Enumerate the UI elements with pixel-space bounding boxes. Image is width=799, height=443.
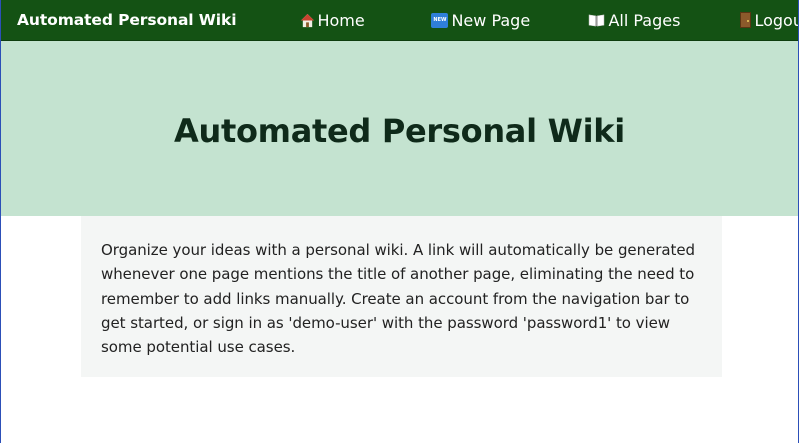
- brand-link[interactable]: Automated Personal Wiki: [17, 11, 237, 29]
- nav-home-link[interactable]: Home: [300, 0, 365, 40]
- house-icon: [301, 13, 315, 27]
- nav-all-pages-label: All Pages: [608, 10, 681, 30]
- nav-all-pages-link[interactable]: All Pages: [588, 0, 680, 40]
- hero-banner: Automated Personal Wiki: [1, 41, 798, 216]
- app-window: Automated Personal Wiki Home NEW New Pag…: [0, 0, 799, 443]
- intro-card: Organize your ideas with a personal wiki…: [81, 216, 722, 377]
- nav-new-page-label: New Page: [451, 10, 531, 30]
- door-icon: [740, 12, 752, 28]
- top-navbar: Automated Personal Wiki Home NEW New Pag…: [1, 0, 798, 41]
- intro-text: Organize your ideas with a personal wiki…: [101, 241, 695, 357]
- page-title: Automated Personal Wiki: [174, 111, 625, 150]
- nav-home-label: Home: [317, 10, 365, 30]
- nav-logout-label: Logout: [754, 10, 798, 30]
- nav-items: Home NEW New Page All Pages Logout: [236, 0, 798, 40]
- new-badge-icon: NEW: [431, 12, 449, 28]
- nav-new-page-link[interactable]: NEW New Page: [431, 0, 530, 40]
- nav-logout-link[interactable]: Logout: [740, 0, 798, 40]
- open-book-icon: [589, 14, 605, 26]
